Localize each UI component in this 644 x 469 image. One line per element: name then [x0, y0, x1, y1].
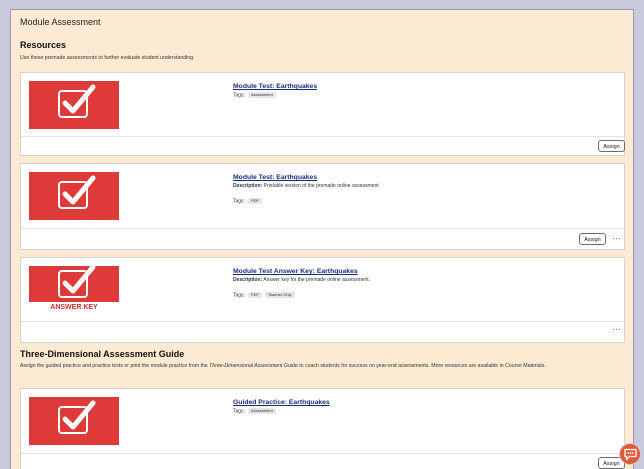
card-body: Module Test: Earthquakes Description: Pr… — [21, 164, 624, 229]
checkmark-icon — [62, 266, 96, 294]
resource-tags: Tags: Assessment — [233, 92, 613, 98]
resource-title-link[interactable]: Guided Practice: Earthquakes — [233, 399, 613, 406]
resource-title-link[interactable]: Module Test Answer Key: Earthquakes — [233, 268, 613, 275]
resource-info: Guided Practice: Earthquakes Tags: Assess… — [233, 399, 613, 414]
resources-description: Use these premade assessments to further… — [20, 55, 195, 61]
resource-thumbnail[interactable] — [29, 397, 119, 445]
resource-thumbnail[interactable]: ANSWER KEY — [29, 266, 119, 314]
resource-info: Module Test: Earthquakes Tags: Assessment — [233, 83, 613, 98]
resource-tags: Tags: PDF Teacher Only — [233, 292, 613, 298]
resources-heading: Resources — [20, 40, 67, 50]
resource-info: Module Test: Earthquakes Description: Pr… — [233, 174, 613, 204]
checkmark-icon — [62, 400, 96, 430]
resource-title-link[interactable]: Module Test: Earthquakes — [233, 83, 613, 90]
description-label: Description: — [233, 277, 263, 283]
answer-key-label: ANSWER KEY — [29, 300, 119, 314]
description-text: Printable version of the premade online … — [263, 183, 379, 189]
chat-help-icon — [624, 448, 637, 461]
chat-help-button[interactable] — [619, 443, 641, 465]
guide-heading: Three-Dimensional Assessment Guide — [20, 349, 185, 359]
tags-label: Tags: — [233, 92, 245, 99]
resource-card-module-test-pdf: Module Test: Earthquakes Description: Pr… — [20, 163, 625, 250]
resource-thumbnail[interactable] — [29, 81, 119, 129]
resource-title-link[interactable]: Module Test: Earthquakes — [233, 174, 613, 181]
resource-card-module-test: Module Test: Earthquakes Tags: Assessment… — [20, 72, 625, 156]
tag-badge: Assessment — [247, 92, 276, 98]
resource-card-guided-practice: Guided Practice: Earthquakes Tags: Assess… — [20, 388, 625, 469]
card-body: Module Test: Earthquakes Tags: Assessment — [21, 73, 624, 137]
guide-title-italic: Three-Dimensional Assessment Guide — [209, 363, 298, 369]
card-body: ANSWER KEY Module Test Answer Key: Earth… — [21, 258, 624, 322]
tags-label: Tags: — [233, 198, 245, 205]
description-text: Answer key for the premade online assess… — [263, 277, 371, 283]
guide-description: Assign the guided practice and practice … — [20, 363, 620, 370]
resource-tags: Tags: PDF — [233, 198, 613, 204]
resource-thumbnail[interactable] — [29, 172, 119, 220]
card-body: Guided Practice: Earthquakes Tags: Assess… — [21, 389, 624, 454]
more-options-icon[interactable]: ··· — [612, 235, 622, 243]
resource-description: Description: Answer key for the premade … — [233, 277, 613, 283]
tags-label: Tags: — [233, 408, 245, 415]
checkmark-icon — [62, 175, 96, 205]
tag-badge: PDF — [247, 198, 262, 204]
resource-description: Description: Printable version of the pr… — [233, 183, 613, 189]
assign-button[interactable]: Assign — [579, 233, 606, 245]
page-title: Module Assessment — [20, 17, 101, 27]
tags-label: Tags: — [233, 292, 245, 299]
resource-tags: Tags: Assessment — [233, 408, 613, 414]
description-label: Description: — [233, 183, 263, 189]
guide-description-text: Assign the guided practice and practice … — [20, 363, 210, 369]
module-assessment-panel: Module Assessment Resources Use these pr… — [10, 9, 634, 469]
tag-badge: Teacher Only — [264, 292, 295, 298]
checkmark-icon — [62, 84, 96, 114]
more-options-icon[interactable]: ··· — [612, 326, 622, 334]
resource-info: Module Test Answer Key: Earthquakes Desc… — [233, 268, 613, 298]
tag-badge: Assessment — [247, 408, 276, 414]
assign-button[interactable]: Assign — [598, 140, 625, 152]
tag-badge: PDF — [247, 292, 262, 298]
resource-card-answer-key: ANSWER KEY Module Test Answer Key: Earth… — [20, 257, 625, 343]
guide-description-text: to coach students for success on year-en… — [297, 363, 546, 369]
